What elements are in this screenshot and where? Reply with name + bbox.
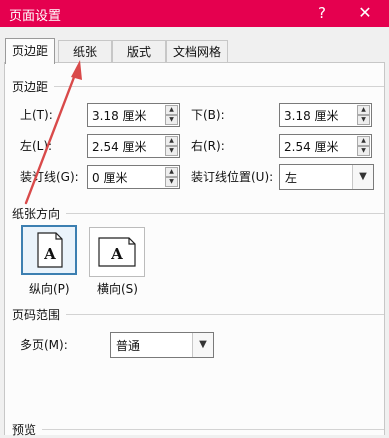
top-margin-label: 上(T): [20,108,53,122]
section-divider [66,213,384,214]
landscape-label[interactable]: 横向(S) [97,280,138,297]
section-divider [66,314,384,315]
top-margin-spinner[interactable]: 3.18 厘米 ▲ ▼ [87,103,180,127]
title-bar: 页面设置 ? ✕ [0,0,389,27]
right-margin-label: 右(R): [191,139,225,153]
landscape-button[interactable]: A [89,227,145,277]
gutter-spinner[interactable]: 0 厘米 ▲ ▼ [87,165,180,189]
bottom-margin-spinner[interactable]: 3.18 厘米 ▲ ▼ [279,103,372,127]
help-button[interactable]: ? [312,3,332,23]
left-margin-spinner[interactable]: 2.54 厘米 ▲ ▼ [87,134,180,158]
right-margin-spinner[interactable]: 2.54 厘米 ▲ ▼ [279,134,372,158]
spin-up-icon[interactable]: ▲ [165,167,178,177]
multiple-pages-value: 普通 [116,339,141,353]
svg-text:A: A [43,245,56,263]
pages-section-label: 页码范围 [12,308,61,322]
orientation-section-label: 纸张方向 [12,207,61,221]
bottom-margin-value: 3.18 厘米 [284,109,339,123]
portrait-label[interactable]: 纵向(P) [29,280,70,297]
spin-up-icon[interactable]: ▲ [357,136,370,146]
left-margin-value: 2.54 厘米 [92,140,147,154]
left-margin-label: 左(L): [20,139,53,153]
window-title: 页面设置 [9,9,62,24]
landscape-page-icon: A [98,237,136,267]
gutter-position-select[interactable]: 左 ▼ [279,164,374,190]
gutter-value: 0 厘米 [92,171,128,185]
gutter-label: 装订线(G): [20,170,79,184]
gutter-position-label: 装订线位置(U): [191,170,274,184]
spin-up-icon[interactable]: ▲ [165,105,178,115]
tab-paper[interactable]: 纸张 [58,40,112,62]
tab-margins[interactable]: 页边距 [5,38,55,64]
spin-down-icon[interactable]: ▼ [165,115,178,125]
portrait-page-icon: A [37,232,63,268]
spin-down-icon[interactable]: ▼ [165,177,178,187]
section-divider [54,86,384,87]
chevron-down-icon[interactable]: ▼ [352,165,373,189]
preview-section-label: 预览 [12,423,37,437]
portrait-button[interactable]: A [21,225,77,275]
chevron-down-icon[interactable]: ▼ [192,333,213,357]
top-margin-value: 3.18 厘米 [92,109,147,123]
multiple-pages-label: 多页(M): [20,338,68,352]
svg-text:A: A [110,245,123,263]
margins-section-label: 页边距 [12,80,49,94]
tab-layout[interactable]: 版式 [112,40,166,62]
bottom-margin-label: 下(B): [191,108,225,122]
close-button[interactable]: ✕ [352,3,378,23]
right-margin-value: 2.54 厘米 [284,140,339,154]
spin-down-icon[interactable]: ▼ [357,115,370,125]
multiple-pages-select[interactable]: 普通 ▼ [110,332,214,358]
spin-down-icon[interactable]: ▼ [357,146,370,156]
tab-document-grid[interactable]: 文档网格 [166,40,228,62]
spin-up-icon[interactable]: ▲ [165,136,178,146]
spin-up-icon[interactable]: ▲ [357,105,370,115]
gutter-position-value: 左 [285,171,298,185]
spin-down-icon[interactable]: ▼ [165,146,178,156]
section-divider [42,429,384,430]
